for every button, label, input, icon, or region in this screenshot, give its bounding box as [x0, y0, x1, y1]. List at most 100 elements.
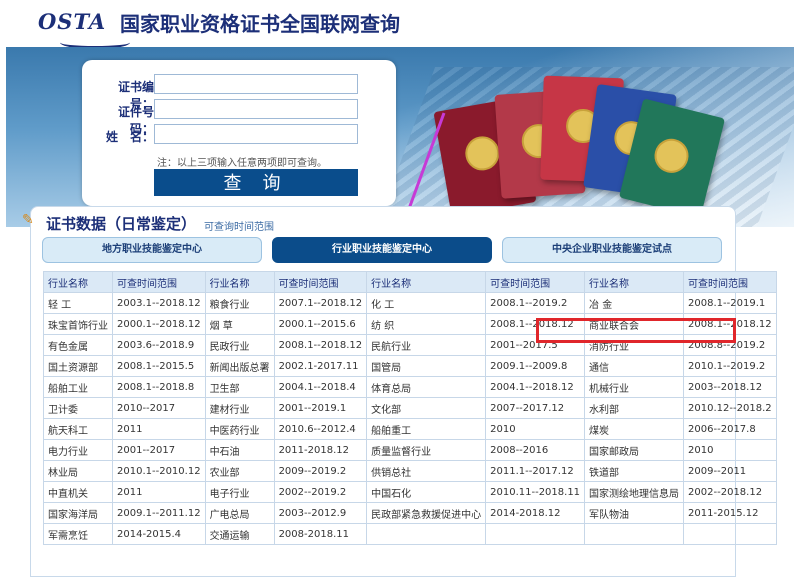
data-table: 行业名称 可查时间范围 行业名称 可查时间范围 行业名称 可查时间范围 行业名称 可查时间范围… [43, 271, 777, 545]
industry-name-cell: 有色金属 [43, 334, 113, 356]
industry-name-cell: 民政部紧急救援促进中心 [366, 502, 487, 524]
industry-name-cell: 机械行业 [584, 376, 685, 398]
industry-name-cell: 民政行业 [204, 334, 275, 356]
industry-name-cell: 供销总社 [366, 460, 487, 482]
table-header-row: 行业名称 可查时间范围 行业名称 可查时间范围 行业名称 可查时间范围 行业名称 可查时间范围 [43, 271, 777, 293]
column-header: 可查时间范围 [273, 271, 368, 293]
time-range-cell: 2011 [112, 418, 206, 440]
time-range-cell: 2014-2015.4 [112, 523, 206, 545]
industry-name-cell: 水利部 [584, 397, 685, 419]
industry-name-cell: 农业部 [204, 460, 275, 482]
industry-name-cell: 质量监督行业 [366, 439, 487, 461]
time-range-cell: 2002--2019.2 [273, 481, 368, 503]
time-range-cell: 2009--2019.2 [273, 460, 368, 482]
industry-name-cell [584, 523, 685, 545]
table-row: 中直机关 2011 电子行业 2002--2019.2 中国石化 2010.11--201… [43, 481, 777, 503]
industry-name-cell: 中直机关 [43, 481, 113, 503]
industry-name-cell: 国家邮政局 [584, 439, 685, 461]
industry-name-cell: 军队物油 [584, 502, 685, 524]
table-row: 国土资源部 2008.1--2015.5 新闻出版总署 2002.1-2017.11 国… [43, 355, 777, 377]
time-range-cell: 2008--2016 [485, 439, 586, 461]
section-subtitle: 可查询时间范围 [204, 222, 274, 233]
time-range-cell: 2004.1--2018.12 [485, 376, 586, 398]
time-range-cell: 2009.1--2011.12 [112, 502, 206, 524]
time-range-cell: 2001--2019.1 [273, 397, 368, 419]
time-range-cell: 2008.1--2015.5 [112, 355, 206, 377]
time-range-cell: 2007--2017.12 [485, 397, 586, 419]
industry-name-cell: 国家海洋局 [43, 502, 113, 524]
table-row: 航天科工 2011 中医药行业 2010.6--2012.4 船舶重工 2010 煤炭 200… [43, 418, 777, 440]
time-range-cell: 2010 [683, 439, 777, 461]
table-row: 卫计委 2010--2017 建材行业 2001--2019.1 文化部 2007--20… [43, 397, 777, 419]
cert-no-input[interactable] [154, 74, 358, 94]
industry-name-cell: 国家测绘地理信息局 [584, 481, 685, 503]
time-range-cell: 2011 [112, 481, 206, 503]
tab-central-enterprise[interactable]: 中央企业职业技能鉴定试点 [502, 237, 722, 263]
industry-name-cell: 交通运输 [204, 523, 275, 545]
table-row: 国家海洋局 2009.1--2011.12 广电总局 2003--2012.9 民政部紧… [43, 502, 777, 524]
time-range-cell: 2008.1--2018.8 [112, 376, 206, 398]
industry-name-cell: 中石油 [204, 439, 275, 461]
time-range-cell: 2007.1--2018.12 [273, 292, 368, 314]
industry-name-cell: 林业局 [43, 460, 113, 482]
time-range-cell: 2000.1--2015.6 [273, 313, 368, 335]
column-header: 行业名称 [366, 271, 487, 293]
time-range-cell: 2003--2018.12 [683, 376, 777, 398]
industry-name-cell: 中国石化 [366, 481, 487, 503]
table-row: 林业局 2010.1--2010.12 农业部 2009--2019.2 供销总社 201… [43, 460, 777, 482]
time-range-cell: 2008.1--2019.1 [683, 292, 777, 314]
table-row: 军需烹饪 2014-2015.4 交通运输 2008-2018.11 [43, 523, 777, 545]
industry-name-cell: 卫生部 [204, 376, 275, 398]
time-range-cell: 2010.11--2018.11 [485, 481, 586, 503]
time-range-cell: 2010.1--2010.12 [112, 460, 206, 482]
highlight-box [536, 318, 736, 343]
industry-name-cell: 国管局 [366, 355, 487, 377]
industry-name-cell: 军需烹饪 [43, 523, 113, 545]
industry-name-cell: 船舶工业 [43, 376, 113, 398]
certificate-icon: ✎ [22, 212, 34, 228]
time-range-cell: 2011-2015.12 [683, 502, 777, 524]
column-header: 行业名称 [204, 271, 275, 293]
time-range-cell: 2010.6--2012.4 [273, 418, 368, 440]
name-label: 姓 名： [105, 130, 154, 144]
time-range-cell: 2010 [485, 418, 586, 440]
table-row: 电力行业 2001--2017 中石油 2011-2018.12 质量监督行业 2008-… [43, 439, 777, 461]
tab-industry-center[interactable]: 行业职业技能鉴定中心 [272, 237, 492, 263]
time-range-cell: 2008.1--2019.2 [485, 292, 586, 314]
time-range-cell: 2001--2017 [112, 439, 206, 461]
time-range-cell: 2011.1--2017.12 [485, 460, 586, 482]
id-no-input[interactable] [154, 99, 358, 119]
industry-name-cell: 纺 织 [366, 313, 487, 335]
industry-name-cell: 文化部 [366, 397, 487, 419]
time-range-cell: 2004.1--2018.4 [273, 376, 368, 398]
time-range-cell: 2008.1--2018.12 [273, 334, 368, 356]
tab-local-center[interactable]: 地方职业技能鉴定中心 [42, 237, 262, 263]
name-input[interactable] [154, 124, 358, 144]
industry-name-cell: 建材行业 [204, 397, 275, 419]
time-range-cell: 2003.1--2018.12 [112, 292, 206, 314]
time-range-cell: 2003.6--2018.9 [112, 334, 206, 356]
industry-name-cell: 广电总局 [204, 502, 275, 524]
industry-name-cell: 新闻出版总署 [204, 355, 275, 377]
column-header: 可查时间范围 [112, 271, 206, 293]
time-range-cell: 2006--2017.8 [683, 418, 777, 440]
industry-name-cell: 电子行业 [204, 481, 275, 503]
industry-name-cell: 化 工 [366, 292, 487, 314]
time-range-cell: 2011-2018.12 [273, 439, 368, 461]
industry-name-cell: 通信 [584, 355, 685, 377]
time-range-cell [683, 523, 777, 545]
time-range-cell: 2003--2012.9 [273, 502, 368, 524]
industry-name-cell: 中医药行业 [204, 418, 275, 440]
table-row: 轻 工 2003.1--2018.12 粮食行业 2007.1--2018.12 化 工… [43, 292, 777, 314]
industry-name-cell: 珠宝首饰行业 [43, 313, 113, 335]
industry-name-cell: 粮食行业 [204, 292, 275, 314]
time-range-cell: 2008-2018.11 [273, 523, 368, 545]
time-range-cell: 2002.1-2017.11 [273, 355, 368, 377]
time-range-cell: 2009--2011 [683, 460, 777, 482]
time-range-cell [485, 523, 586, 545]
industry-name-cell: 铁道部 [584, 460, 685, 482]
query-button[interactable]: 查 询 [154, 169, 358, 196]
industry-name-cell: 轻 工 [43, 292, 113, 314]
time-range-cell: 2010--2017 [112, 397, 206, 419]
industry-name-cell: 民航行业 [366, 334, 487, 356]
